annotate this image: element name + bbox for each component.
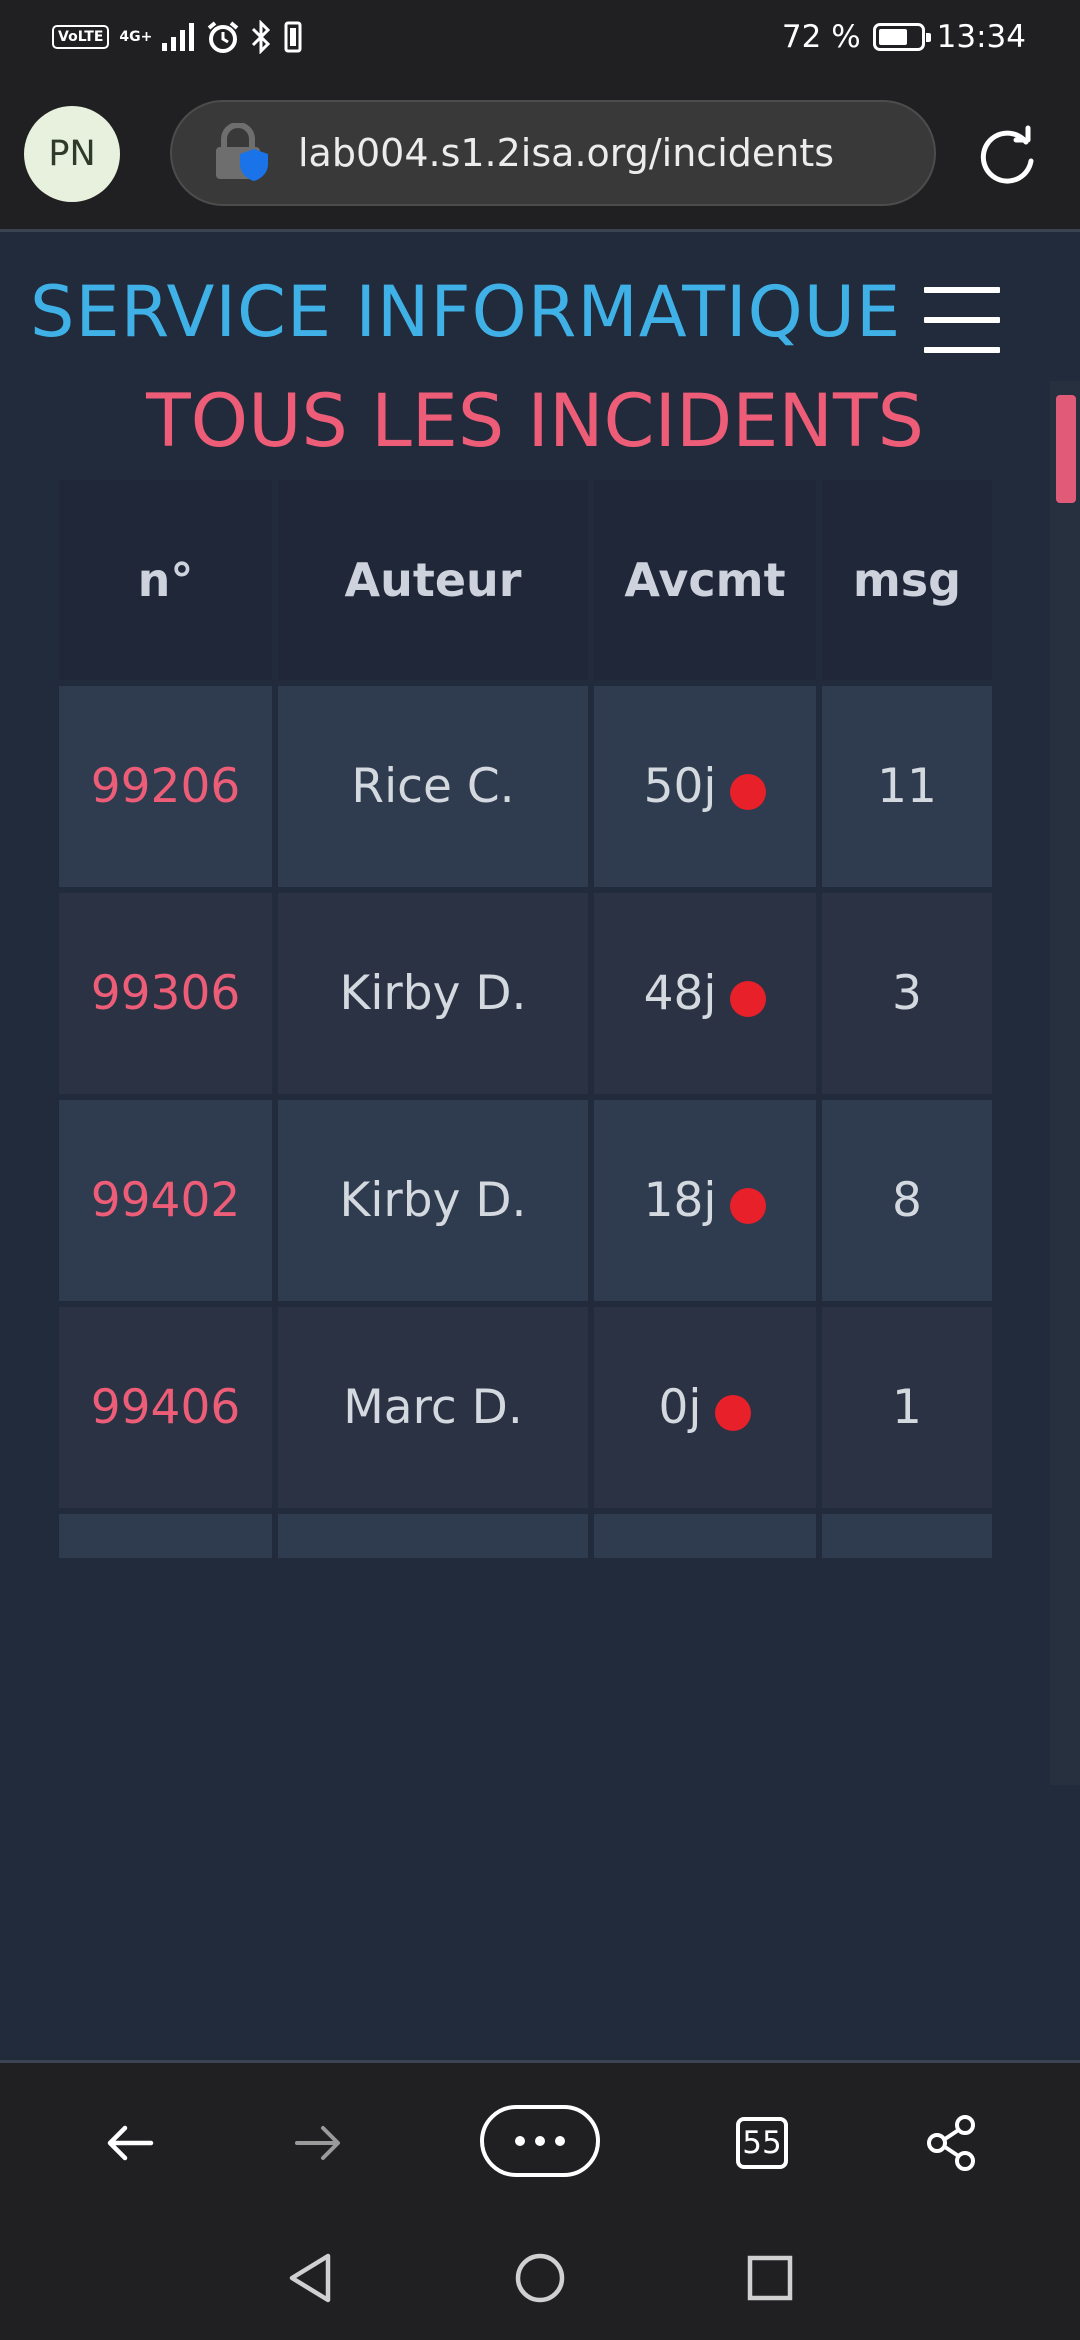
alarm-icon — [208, 21, 239, 53]
incident-number-cell[interactable]: 99406 — [59, 1307, 272, 1508]
lock-icon[interactable] — [214, 122, 270, 183]
progress-days: 48j — [643, 966, 717, 1021]
more-menu-icon[interactable] — [480, 2105, 600, 2177]
message-count: 8 — [892, 1173, 922, 1228]
progress-days: 0j — [658, 1380, 702, 1435]
volte-badge: VoLTE — [52, 25, 110, 49]
incident-number-cell[interactable]: 99402 — [59, 1100, 272, 1301]
table-row-partial — [59, 1514, 272, 1558]
table-row-partial — [594, 1514, 816, 1558]
signal-icon — [162, 23, 195, 51]
share-icon[interactable] — [924, 2105, 978, 2181]
messages-cell: 3 — [822, 893, 992, 1094]
network-type-label: 4G+ — [119, 29, 153, 45]
battery-icon — [872, 23, 931, 51]
author-cell: Kirby D. — [278, 893, 588, 1094]
author-cell: Rice C. — [278, 686, 588, 887]
nav-recents-icon[interactable] — [740, 2248, 800, 2308]
profile-avatar[interactable]: PN — [24, 106, 120, 202]
header-author[interactable]: Auteur — [278, 480, 588, 680]
browser-toolbar: 55 — [0, 2060, 1080, 2218]
progress-days: 18j — [643, 1173, 717, 1228]
header-progress[interactable]: Avcmt — [594, 480, 816, 680]
message-count: 11 — [877, 759, 937, 814]
status-dot-icon — [730, 1187, 767, 1224]
author-name: Kirby D. — [339, 966, 527, 1021]
incident-number-link: 99206 — [90, 759, 241, 814]
scrollbar-thumb[interactable] — [1056, 395, 1076, 503]
page-scrollbar[interactable] — [1050, 381, 1080, 1785]
author-name: Marc D. — [343, 1380, 523, 1435]
url-field[interactable]: lab004.s1.2isa.org/incidents — [170, 100, 936, 206]
site-title[interactable]: SERVICE INFORMATIQUE — [30, 277, 901, 347]
reload-icon[interactable] — [974, 124, 1040, 190]
incident-number-link: 99306 — [90, 966, 241, 1021]
nav-back-icon[interactable] — [280, 2248, 340, 2308]
progress-cell: 50j — [594, 686, 816, 887]
incident-number-cell[interactable]: 99206 — [59, 686, 272, 887]
author-cell: Kirby D. — [278, 1100, 588, 1301]
status-dot-icon — [730, 980, 767, 1017]
incident-number-cell[interactable]: 99306 — [59, 893, 272, 1094]
progress-days: 50j — [643, 759, 717, 814]
forward-arrow-icon[interactable] — [288, 2105, 348, 2181]
web-page: SERVICE INFORMATIQUE TOUS LES INCIDENTS … — [0, 235, 1080, 2060]
system-navigation-bar — [0, 2218, 1080, 2340]
progress-cell: 0j — [594, 1307, 816, 1508]
hamburger-menu-icon[interactable] — [924, 287, 1000, 353]
messages-cell: 11 — [822, 686, 992, 887]
bluetooth-icon — [252, 20, 271, 54]
incident-number-link: 99402 — [90, 1173, 241, 1228]
tab-count: 55 — [736, 2117, 788, 2169]
messages-cell: 8 — [822, 1100, 992, 1301]
status-icons-right: 72 % 13:34 — [782, 18, 1026, 56]
message-count: 1 — [892, 1380, 922, 1435]
status-bar: VoLTE 4G+ 72 % 13:34 — [0, 0, 1080, 72]
page-heading: TOUS LES INCIDENTS — [146, 379, 924, 464]
message-count: 3 — [892, 966, 922, 1021]
header-number[interactable]: n° — [59, 480, 272, 680]
battery-percent: 72 % — [781, 19, 861, 55]
author-cell: Marc D. — [278, 1307, 588, 1508]
author-name: Rice C. — [351, 759, 515, 814]
nav-home-icon[interactable] — [510, 2248, 570, 2308]
url-text: lab004.s1.2isa.org/incidents — [298, 131, 835, 175]
status-icons-left: VoLTE 4G+ — [52, 20, 304, 54]
tabs-icon[interactable]: 55 — [736, 2105, 788, 2181]
author-name: Kirby D. — [339, 1173, 527, 1228]
status-dot-icon — [730, 773, 767, 810]
incident-number-link: 99406 — [90, 1380, 241, 1435]
header-messages[interactable]: msg — [822, 480, 992, 680]
messages-cell: 1 — [822, 1307, 992, 1508]
progress-cell: 18j — [594, 1100, 816, 1301]
progress-cell: 48j — [594, 893, 816, 1094]
back-arrow-icon[interactable] — [100, 2105, 160, 2181]
table-row-partial — [278, 1514, 588, 1558]
table-row-partial — [822, 1514, 992, 1558]
browser-address-bar: PN lab004.s1.2isa.org/incidents — [0, 72, 1080, 232]
vibrate-icon — [284, 21, 302, 53]
clock: 13:34 — [936, 19, 1026, 55]
status-dot-icon — [715, 1394, 752, 1431]
